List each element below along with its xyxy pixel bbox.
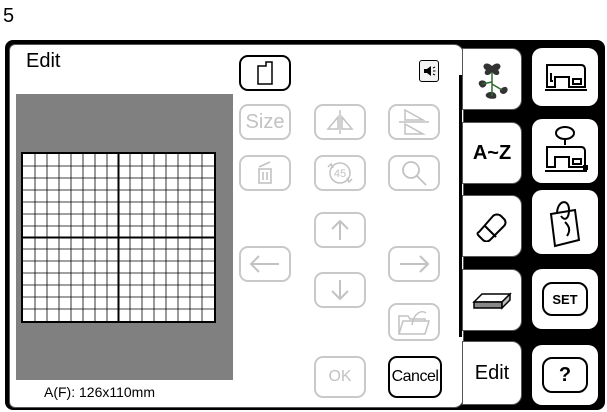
cancel-button-label: Cancel	[391, 368, 439, 385]
hoop-grid	[21, 152, 216, 323]
help-badge: ?	[542, 357, 588, 393]
magnifier-icon	[402, 161, 427, 186]
help-button[interactable]: ?	[532, 345, 598, 405]
svg-text:45: 45	[334, 168, 346, 180]
delete-button[interactable]	[239, 155, 291, 191]
zoom-button[interactable]	[388, 155, 440, 191]
save-folder-button[interactable]	[388, 303, 440, 341]
flip-horizontal-button[interactable]	[314, 104, 366, 140]
arrow-left-icon	[249, 255, 279, 273]
arrow-down-icon	[331, 280, 349, 301]
tab-eraser[interactable]	[462, 195, 522, 257]
tab-edit-label: Edit	[474, 361, 510, 384]
move-up-button[interactable]	[314, 212, 366, 248]
template-button[interactable]	[239, 55, 291, 91]
set-badge: SET	[542, 282, 588, 316]
flip-vertical-button[interactable]	[388, 104, 440, 140]
tab-edit[interactable]: Edit	[462, 341, 522, 405]
sewing-machine-icon	[545, 64, 587, 91]
move-left-button[interactable]	[239, 246, 291, 282]
design-size-readout: A(F): 126x110mm	[44, 384, 155, 400]
move-right-button[interactable]	[388, 246, 440, 282]
set-button-label: SET	[552, 291, 578, 307]
size-button-label: Size	[245, 110, 285, 133]
flip-vertical-icon	[399, 108, 429, 135]
trash-icon	[258, 161, 272, 184]
sewing-mode-button[interactable]	[532, 48, 598, 106]
template-icon	[257, 61, 273, 85]
tab-text-label: A~Z	[472, 141, 512, 164]
move-down-button[interactable]	[314, 272, 366, 308]
screen-title: Edit	[26, 50, 61, 72]
arrow-up-icon	[331, 219, 349, 240]
embroidery-machine-icon	[545, 126, 588, 172]
rotate-button[interactable]: 45	[314, 155, 366, 191]
bag-button[interactable]	[532, 190, 598, 254]
cancel-button[interactable]: Cancel	[388, 356, 442, 398]
tab-text[interactable]: A~Z	[462, 122, 522, 184]
eraser-icon	[476, 213, 507, 242]
folder-icon	[397, 311, 431, 335]
page-number: 5	[3, 5, 15, 27]
embroidery-mode-button[interactable]	[532, 119, 598, 183]
ok-button-label: OK	[328, 368, 352, 385]
tab-memory-card[interactable]	[462, 269, 522, 331]
arrow-right-icon	[400, 255, 430, 273]
speaker-icon	[424, 66, 436, 76]
bag-icon	[549, 201, 581, 248]
memory-card-icon	[472, 292, 512, 310]
sound-button[interactable]	[419, 60, 439, 82]
flip-horizontal-icon	[326, 110, 354, 134]
tab-built-in-designs[interactable]	[462, 48, 522, 110]
size-button[interactable]: Size	[239, 104, 291, 140]
rotate-icon: 45	[327, 162, 353, 184]
help-button-label: ?	[558, 363, 572, 386]
ok-button[interactable]: OK	[314, 356, 366, 398]
floral-design-icon	[478, 63, 508, 99]
settings-button[interactable]: SET	[532, 269, 598, 329]
